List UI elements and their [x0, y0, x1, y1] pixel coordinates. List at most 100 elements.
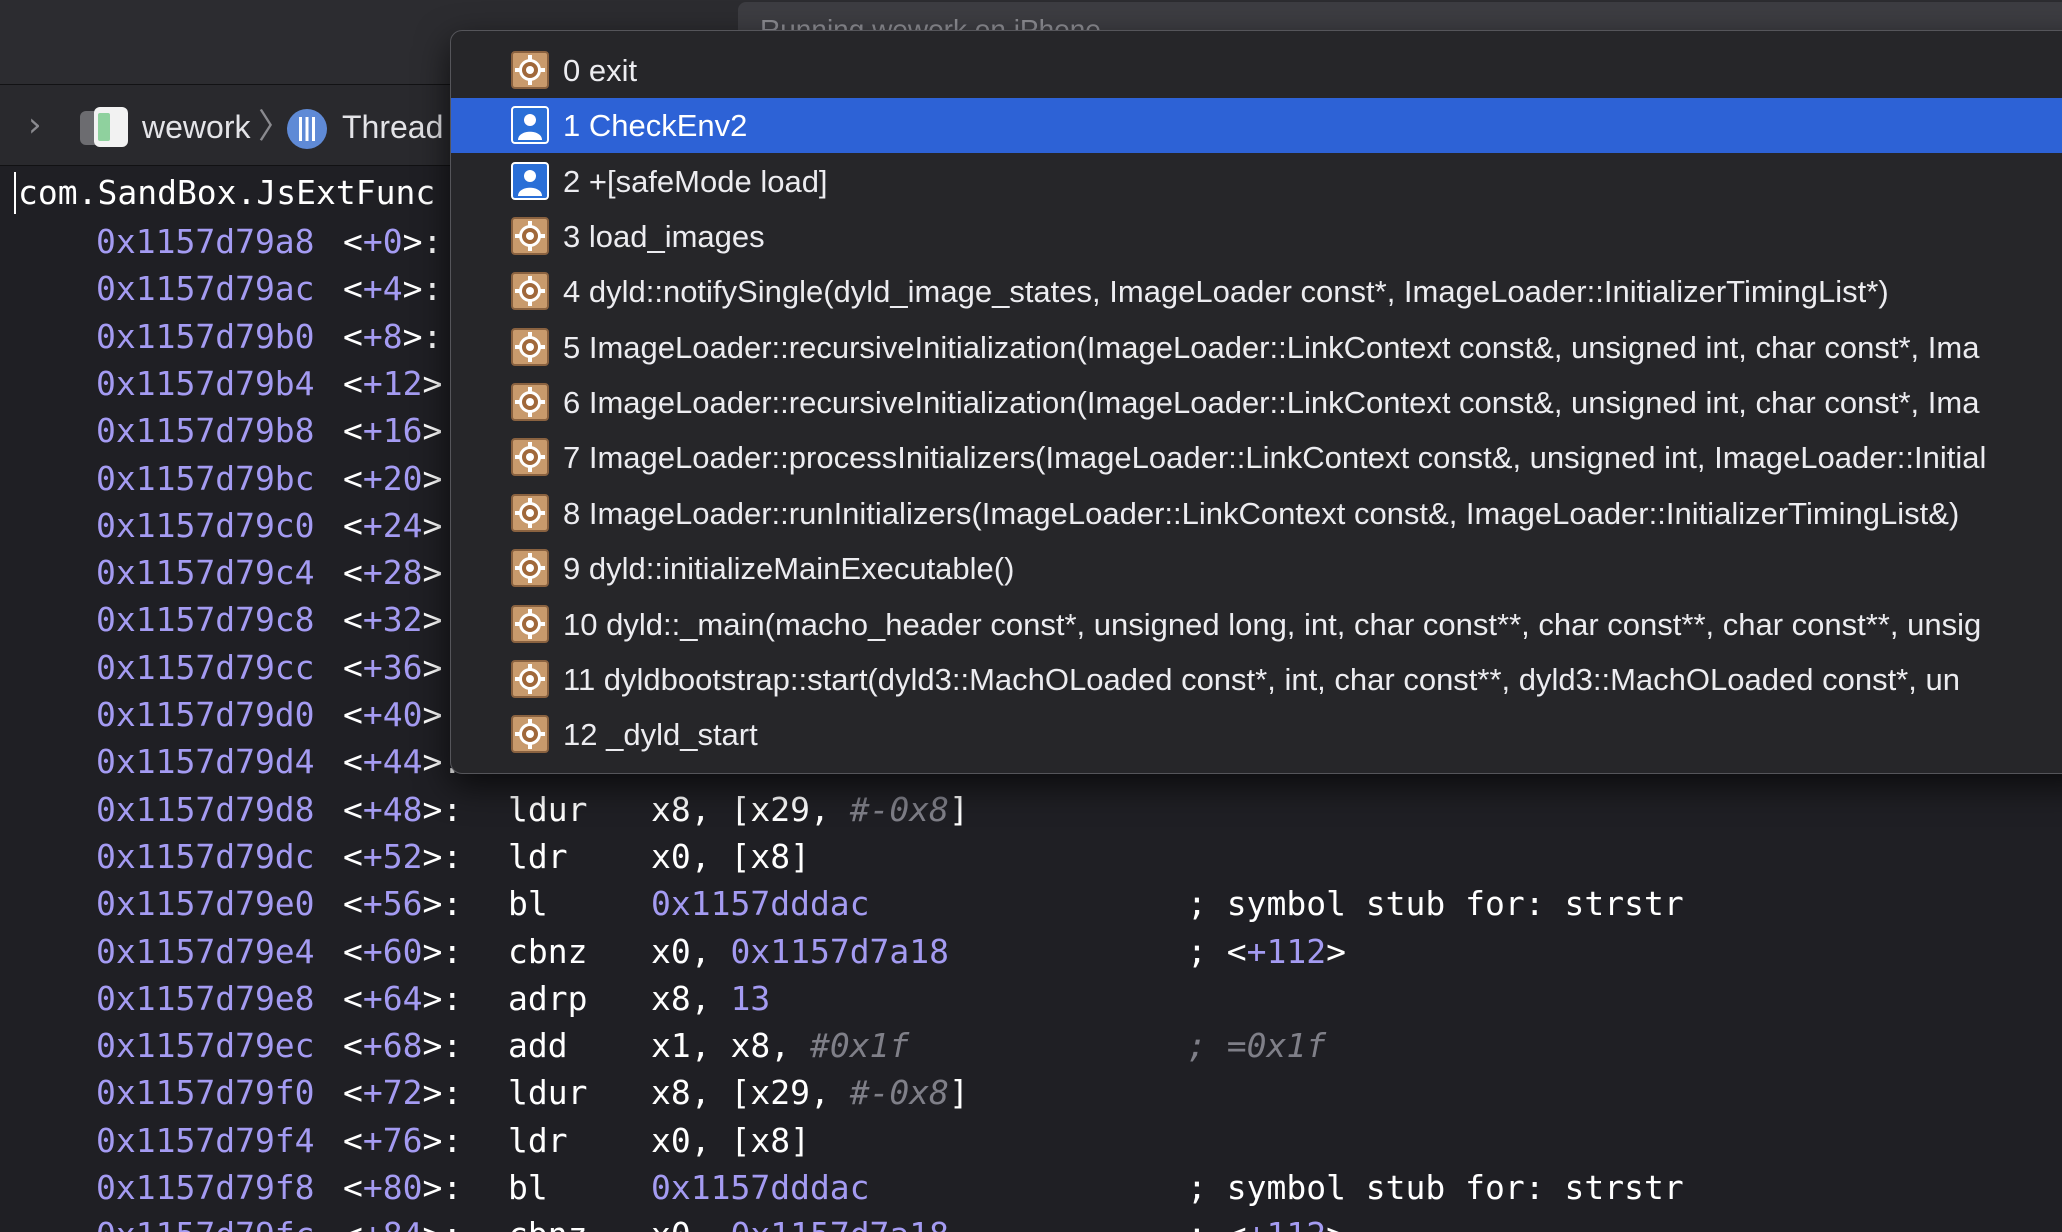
stack-frame-menu-item[interactable]: 11 dyldbootstrap::start(dyld3::MachOLoad…: [451, 652, 2062, 707]
instruction-operands: x8, [x29, #-0x8]: [651, 1069, 969, 1116]
comment-part: +112: [1247, 1215, 1326, 1232]
operand-part: ]: [949, 1073, 969, 1113]
comment-part: +112: [1246, 931, 1327, 971]
offset-value: +68: [362, 1026, 423, 1066]
stack-frame-menu-item[interactable]: 9 dyld::initializeMainExecutable(): [451, 541, 2062, 596]
stack-frame-menu-item[interactable]: 12 _dyld_start: [451, 707, 2062, 762]
stack-frame-label: 0 exit: [563, 53, 638, 88]
stack-frame-label: 2 +[safeMode load]: [563, 163, 828, 199]
instruction-address: 0x1157d79d8: [96, 789, 315, 829]
instruction-offset: <+44>:: [343, 742, 463, 782]
backtrace-popup-menu: 0 exit 1 CheckEnv2 2 +[safeMode load] 3 loa…: [450, 30, 2062, 774]
instruction-comment: ; symbol stub for: strstr: [1187, 1164, 1684, 1211]
function-name-header: com.SandBox.JsExtFunc: [14, 172, 435, 214]
stack-frame-menu-item[interactable]: 5 ImageLoader::recursiveInitialization(I…: [451, 320, 2062, 375]
offset-value: +80: [362, 1168, 423, 1207]
stack-frame-label: 9 dyld::initializeMainExecutable(): [563, 551, 1015, 587]
instruction-mnemonic: ldr: [508, 1120, 568, 1160]
stack-frame-label: 12 _dyld_start: [563, 717, 758, 753]
offset-value: +12: [362, 363, 423, 403]
offset-value: +56: [362, 884, 423, 924]
instruction-offset: <+4>:: [343, 269, 443, 309]
instruction-address: 0x1157d79f0: [96, 1073, 315, 1113]
instruction-address: 0x1157d79e0: [96, 884, 315, 924]
stack-frame-menu-item[interactable]: 4 dyld::notifySingle(dyld_image_states, …: [451, 264, 2062, 319]
operand-part: 0x1157d7a18: [730, 931, 950, 971]
stack-frame-menu-item[interactable]: 0 exit: [451, 43, 2062, 98]
instruction-offset: <+28>:: [343, 553, 463, 593]
comment-part: >: [1326, 931, 1346, 971]
stack-frame-label: 11 dyldbootstrap::start(dyld3::MachOLoad…: [563, 661, 1960, 697]
stack-frame-menu-item[interactable]: 8 ImageLoader::runInitializers(ImageLoad…: [451, 486, 2062, 541]
offset-value: +36: [362, 647, 423, 687]
user-code-icon: [511, 161, 549, 200]
offset-value: +8: [362, 316, 403, 356]
instruction-offset: <+48>:: [343, 789, 463, 829]
comment-part: ; symbol stub for: strstr: [1187, 1168, 1684, 1207]
instruction-offset: <+56>:: [343, 884, 463, 924]
instruction-address: 0x1157d79b4: [96, 363, 315, 403]
jump-bar-item-app[interactable]: wework: [142, 105, 250, 149]
instruction-mnemonic: add: [508, 1026, 568, 1066]
instruction-address: 0x1157d79dc: [96, 836, 315, 876]
operand-part: #-0x8: [849, 789, 950, 829]
instruction-operands: x1, x8, #0x1f: [651, 1022, 909, 1069]
instruction-address: 0x1157d79b0: [96, 316, 315, 356]
instruction-operands: x8, 13: [651, 975, 770, 1022]
instruction-mnemonic: cbnz: [508, 931, 588, 971]
instruction-offset: <+72>:: [343, 1073, 463, 1113]
instruction-operands: x8, [x29, #-0x8]: [651, 786, 969, 833]
operand-part: x8, [x29,: [651, 1073, 850, 1113]
instruction-offset: <+80>:: [343, 1168, 463, 1207]
stack-frame-menu-item[interactable]: 2 +[safeMode load]: [451, 154, 2062, 209]
gear-icon: [511, 51, 549, 89]
instruction-offset: <+68>:: [343, 1026, 463, 1066]
operand-part: x1, x8,: [651, 1026, 810, 1066]
stack-frame-menu-item[interactable]: 7 ImageLoader::processInitializers(Image…: [451, 430, 2062, 485]
comment-part: ; <: [1187, 931, 1247, 971]
stack-frame-menu-item[interactable]: 6 ImageLoader::recursiveInitialization(I…: [451, 375, 2062, 430]
comment-part: ; <: [1187, 1215, 1247, 1232]
jump-bar-item-thread[interactable]: Thread: [342, 105, 443, 149]
offset-value: +76: [362, 1120, 423, 1160]
instruction-address: 0x1157d79c4: [96, 553, 315, 593]
gear-icon: [511, 217, 549, 256]
instruction-mnemonic: adrp: [508, 978, 588, 1018]
gear-icon: [511, 604, 549, 643]
instruction-mnemonic: bl: [508, 1168, 548, 1207]
instruction-address: 0x1157d79d0: [96, 695, 315, 734]
gear-icon: [511, 327, 549, 366]
instruction-offset: <+76>:: [343, 1120, 463, 1160]
instruction-offset: <+0>:: [343, 222, 443, 261]
instruction-mnemonic: ldur: [508, 1073, 588, 1113]
instruction-address: 0x1157d79b8: [96, 411, 315, 451]
offset-value: +16: [362, 411, 423, 451]
operand-part: x0,: [651, 1215, 730, 1232]
instruction-operands: x0, 0x1157d7a18: [651, 1211, 949, 1232]
operand-part: x0,: [651, 931, 731, 971]
jump-bar-back-chevron-icon[interactable]: ›: [28, 105, 52, 145]
instruction-operands: x0, 0x1157d7a18: [651, 928, 949, 975]
stack-frame-menu-item[interactable]: 3 load_images: [451, 209, 2062, 264]
comment-part: ; symbol stub for: strstr: [1187, 884, 1684, 924]
operand-part: #0x1f: [809, 1026, 910, 1066]
instruction-mnemonic: cbnz: [508, 1211, 587, 1232]
stack-frame-label: 4 dyld::notifySingle(dyld_image_states, …: [563, 274, 1889, 310]
gear-icon: [511, 493, 549, 532]
offset-value: +4: [362, 269, 403, 309]
instruction-offset: <+52>:: [343, 836, 463, 876]
stack-frame-menu-item[interactable]: 10 dyld::_main(macho_header const*, unsi…: [451, 597, 2062, 652]
stack-frame-label: 3 load_images: [563, 219, 765, 255]
instruction-address: 0x1157d79ac: [96, 269, 315, 309]
offset-value: +40: [362, 695, 423, 734]
gear-icon: [511, 272, 549, 311]
stack-frame-menu-item[interactable]: 1 CheckEnv2: [451, 98, 2062, 154]
gear-icon: [511, 715, 549, 754]
comment-part: >: [1326, 1215, 1346, 1232]
instruction-comment: ; =0x1f: [1187, 1022, 1326, 1069]
instruction-comment: ; <+112>: [1187, 928, 1346, 975]
instruction-offset: <+60>:: [343, 931, 463, 971]
instruction-address: 0x1157d79f8: [96, 1168, 315, 1207]
instruction-mnemonic: ldr: [508, 836, 568, 876]
instruction-address: 0x1157d79e4: [96, 931, 315, 971]
